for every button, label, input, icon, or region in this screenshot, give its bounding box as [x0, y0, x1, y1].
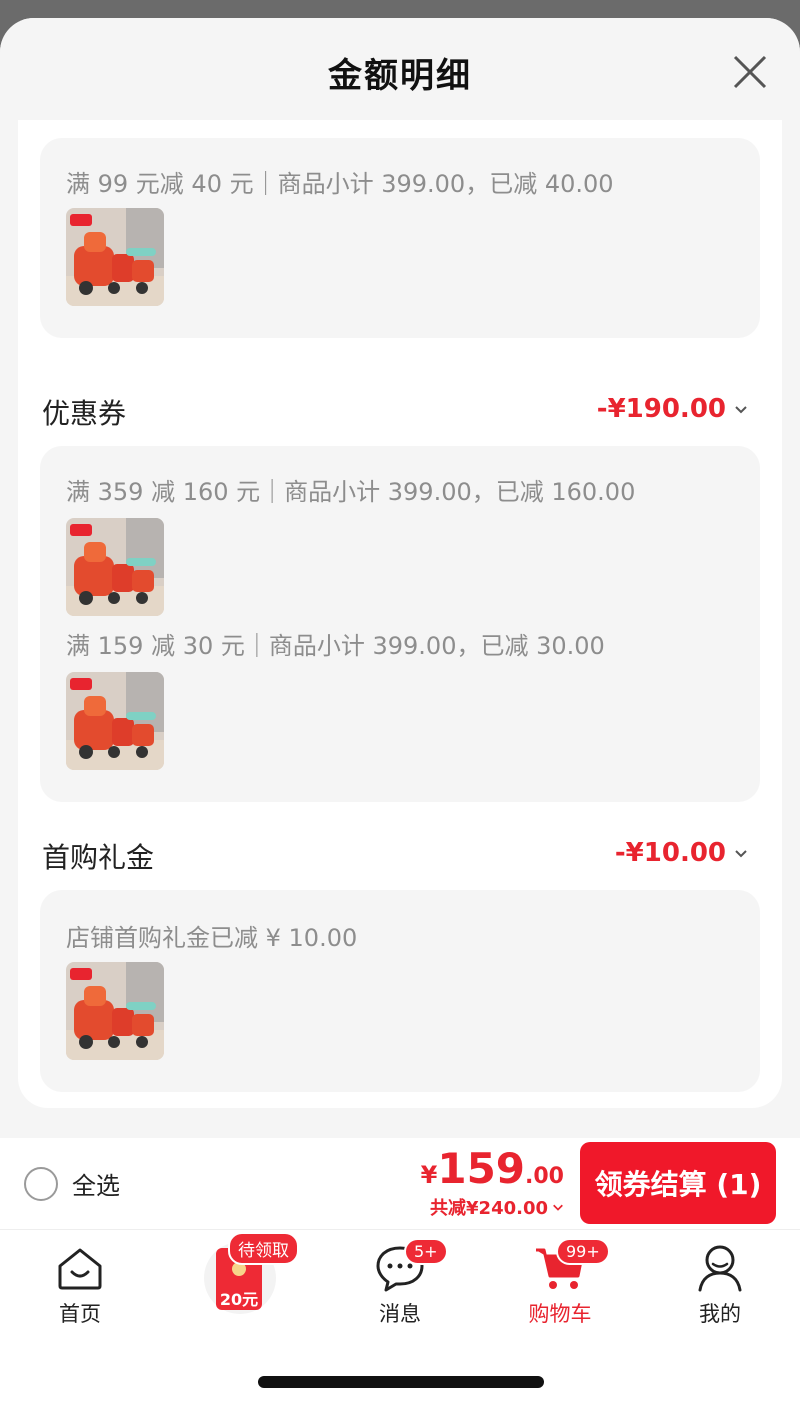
first-purchase-section-title: 首购礼金: [42, 841, 155, 874]
coupon-section-title: 优惠券: [42, 397, 127, 430]
chevron-down-icon: [553, 1204, 563, 1211]
first-purchase-amount: -¥10.00: [614, 838, 726, 868]
detail-content: 满 99 元减 40 元｜商品小计 399.00，已减 40.00 优惠券 -¥…: [18, 120, 782, 1108]
home-icon: [54, 1242, 106, 1294]
price-decimal: .00: [525, 1164, 564, 1189]
tab-cart-label: 购物车: [528, 1302, 592, 1326]
messages-badge: 5+: [404, 1238, 448, 1265]
tab-me[interactable]: 我的: [660, 1242, 780, 1328]
tab-home[interactable]: 首页: [20, 1242, 140, 1328]
red-packet-badge: 待领取: [228, 1232, 299, 1265]
coupon-amount-toggle[interactable]: -¥190.00: [597, 394, 748, 424]
coupon-amount: -¥190.00: [596, 394, 726, 424]
first-purchase-card: 店铺首购礼金已减 ¥ 10.00: [40, 890, 760, 1092]
chevron-down-icon: [735, 850, 747, 858]
product-thumbnail[interactable]: [66, 518, 164, 616]
coupon-rule-1: 满 359 减 160 元｜商品小计 399.00，已减 160.00: [66, 478, 636, 506]
price-integer: 159: [437, 1144, 526, 1193]
checkout-button[interactable]: 领券结算 (1): [580, 1142, 776, 1224]
select-all-checkbox[interactable]: 全选: [24, 1166, 120, 1201]
product-thumbnail[interactable]: [66, 672, 164, 770]
full-reduction-rule: 满 99 元减 40 元｜商品小计 399.00，已减 40.00: [66, 170, 614, 198]
tab-red-packet[interactable]: 20元 待领取: [180, 1232, 300, 1314]
tab-messages-label: 消息: [379, 1302, 421, 1326]
product-thumbnail[interactable]: [66, 962, 164, 1060]
total-saved-toggle[interactable]: 共减¥240.00: [430, 1194, 564, 1220]
select-all-label: 全选: [72, 1172, 120, 1200]
checkout-bar: 全选 ¥159.00 共减¥240.00 领券结算 (1): [0, 1138, 800, 1230]
user-icon: [694, 1242, 746, 1294]
coupon-rule-2: 满 159 减 30 元｜商品小计 399.00，已减 30.00: [66, 632, 605, 660]
first-purchase-amount-toggle[interactable]: -¥10.00: [615, 838, 748, 868]
first-purchase-rule: 店铺首购礼金已减 ¥ 10.00: [66, 924, 358, 952]
cart-badge: 99+: [556, 1238, 610, 1265]
sheet-title: 金额明细: [328, 56, 472, 96]
total-price: ¥159.00: [421, 1144, 564, 1193]
amount-detail-sheet: 金额明细 满 99 元减 40 元｜商品小计 399.00，已减 40.00 优…: [0, 18, 800, 1138]
product-thumbnail[interactable]: [66, 208, 164, 306]
red-packet-amount: 20元: [219, 1290, 259, 1309]
coupon-card: 满 359 减 160 元｜商品小计 399.00，已减 160.00 满 15…: [40, 446, 760, 802]
radio-icon: [24, 1166, 58, 1201]
chevron-down-icon: [735, 406, 747, 414]
currency-symbol: ¥: [420, 1161, 438, 1189]
tab-home-label: 首页: [59, 1302, 101, 1326]
full-reduction-card: 满 99 元减 40 元｜商品小计 399.00，已减 40.00: [40, 138, 760, 338]
tab-messages[interactable]: 5+ 消息: [340, 1238, 460, 1328]
sheet-header: 金额明细: [0, 18, 800, 122]
home-indicator: [258, 1376, 544, 1388]
close-icon[interactable]: [730, 52, 770, 92]
tab-me-label: 我的: [699, 1302, 741, 1326]
total-saved: 共减¥240.00: [430, 1198, 548, 1219]
tab-cart[interactable]: 99+ 购物车: [500, 1238, 620, 1328]
